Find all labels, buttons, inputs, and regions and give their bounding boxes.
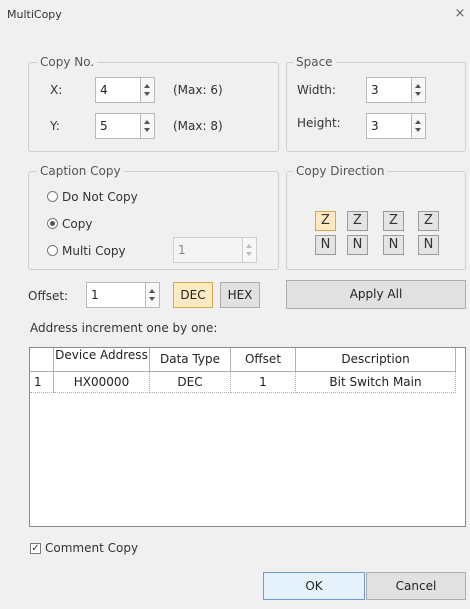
direction-button-6[interactable]: N xyxy=(347,235,368,255)
y-spinner[interactable] xyxy=(141,113,155,139)
direction-button-7[interactable]: N xyxy=(383,235,404,255)
width-input[interactable]: 3 xyxy=(366,77,412,103)
address-increment-note: Address increment one by one: xyxy=(30,321,218,335)
height-input[interactable]: 3 xyxy=(366,113,412,139)
direction-button-5[interactable]: N xyxy=(315,235,336,255)
copy-direction-group xyxy=(286,171,466,270)
y-max-label: (Max: 8) xyxy=(173,119,223,133)
width-spinner[interactable] xyxy=(412,77,426,103)
y-label: Y: xyxy=(50,119,60,133)
comment-copy-label[interactable]: Comment Copy xyxy=(45,541,138,555)
multi-copy-label[interactable]: Multi Copy xyxy=(62,244,126,258)
copy-radio[interactable] xyxy=(47,218,58,229)
offset-header[interactable]: Offset xyxy=(231,348,296,372)
do-not-copy-label[interactable]: Do Not Copy xyxy=(62,190,138,204)
multi-copy-radio[interactable] xyxy=(47,245,58,256)
offset-spinner[interactable] xyxy=(146,282,160,308)
title-bar xyxy=(0,0,470,30)
x-spinner[interactable] xyxy=(141,77,155,103)
copy-label[interactable]: Copy xyxy=(62,217,92,231)
close-icon[interactable]: × xyxy=(452,6,468,22)
height-label: Height: xyxy=(297,116,341,130)
dec-button[interactable]: DEC xyxy=(173,282,213,308)
row-index-header xyxy=(30,348,54,372)
y-input[interactable]: 5 xyxy=(95,113,141,139)
x-input[interactable]: 4 xyxy=(95,77,141,103)
direction-button-4[interactable]: Z xyxy=(418,211,439,231)
dialog-title: MultiCopy xyxy=(7,8,62,21)
height-spinner[interactable] xyxy=(412,113,426,139)
comment-copy-checkbox[interactable]: ✓ xyxy=(30,543,41,554)
multi-copy-input[interactable]: 1 xyxy=(173,237,243,263)
apply-all-button[interactable]: Apply All xyxy=(286,280,466,309)
direction-button-2[interactable]: Z xyxy=(347,211,368,231)
direction-button-1[interactable]: Z xyxy=(315,211,336,231)
offset-cell[interactable]: 1 xyxy=(231,372,296,393)
device-address-cell[interactable]: HX00000 xyxy=(54,372,150,393)
x-label: X: xyxy=(50,83,63,97)
x-max-label: (Max: 6) xyxy=(173,83,223,97)
data-type-cell[interactable]: DEC xyxy=(150,372,231,393)
copy-no-title: Copy No. xyxy=(37,55,98,69)
row-index-cell[interactable]: 1 xyxy=(30,372,54,393)
hex-button[interactable]: HEX xyxy=(220,282,260,308)
data-type-header[interactable]: Data Type xyxy=(150,348,231,372)
caption-copy-title: Caption Copy xyxy=(37,164,124,178)
multi-copy-spinner[interactable] xyxy=(243,237,257,263)
offset-label: Offset: xyxy=(28,289,69,303)
do-not-copy-radio[interactable] xyxy=(47,191,58,202)
cancel-button[interactable]: Cancel xyxy=(366,572,466,600)
description-cell[interactable]: Bit Switch Main xyxy=(296,372,456,393)
description-header[interactable]: Description xyxy=(296,348,456,372)
offset-input[interactable]: 1 xyxy=(86,282,146,308)
copy-direction-title: Copy Direction xyxy=(293,164,388,178)
direction-button-8[interactable]: N xyxy=(418,235,439,255)
ok-button[interactable]: OK xyxy=(263,572,365,600)
device-address-header[interactable]: Device Address xyxy=(54,348,150,372)
space-title: Space xyxy=(293,55,336,69)
width-label: Width: xyxy=(297,83,336,97)
direction-button-3[interactable]: Z xyxy=(383,211,404,231)
